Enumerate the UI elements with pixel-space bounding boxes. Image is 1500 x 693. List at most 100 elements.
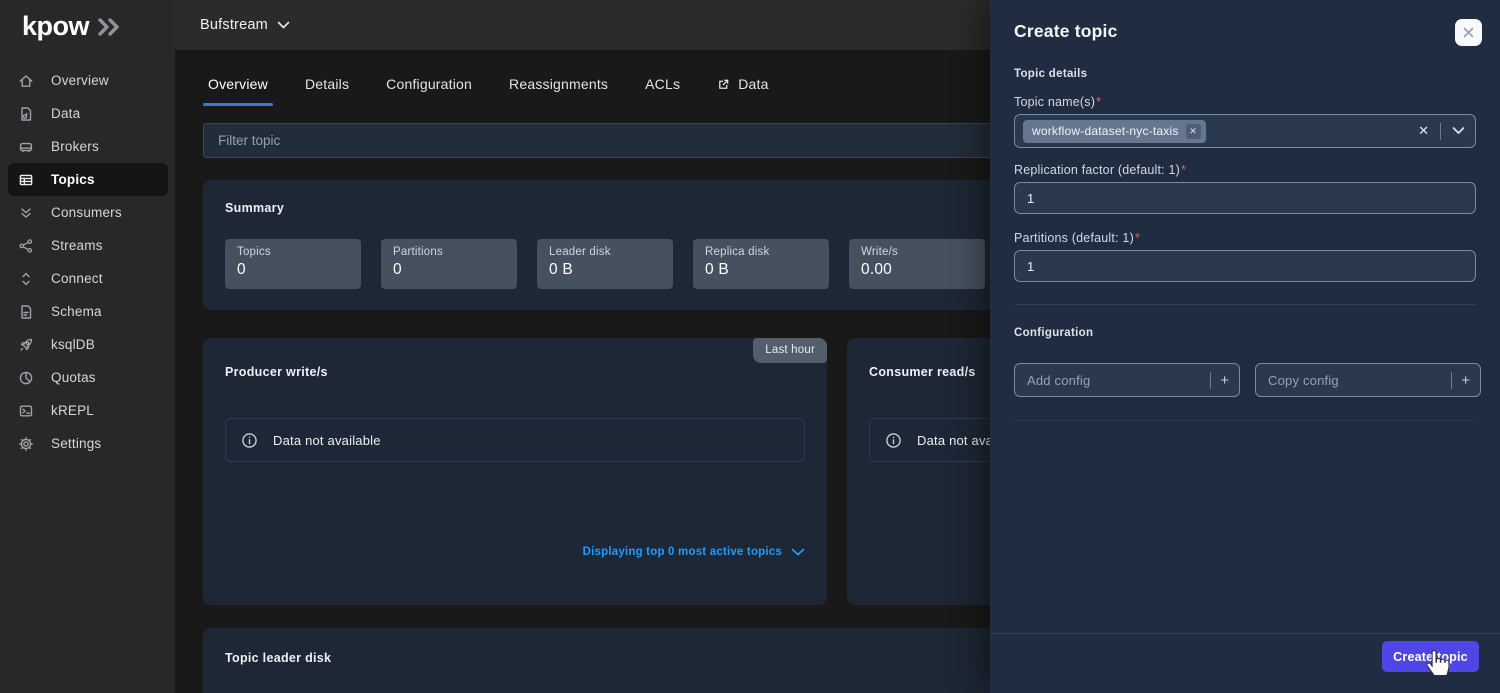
sidebar-item-label: Streams: [51, 238, 103, 253]
tab-acls[interactable]: ACLs: [645, 76, 680, 106]
ksqldb-icon: [18, 337, 34, 353]
select-placeholder: Add config: [1027, 373, 1090, 388]
sidebar-item-label: Consumers: [51, 205, 122, 220]
stat-value: 0.00: [861, 261, 973, 279]
stat-writes: Write/s 0.00: [849, 239, 985, 289]
chevron-down-icon[interactable]: [1452, 127, 1465, 135]
plus-icon[interactable]: +: [1461, 372, 1470, 389]
leader-disk-panel-title: Topic leader disk: [225, 651, 331, 665]
tab-label: Reassignments: [509, 76, 608, 92]
data-not-available-alert: Data not available: [225, 418, 805, 462]
top-active-topics-link[interactable]: Displaying top 0 most active topics: [583, 546, 805, 558]
partitions-input[interactable]: [1014, 250, 1476, 282]
replication-factor-label: Replication factor (default: 1)*: [1014, 163, 1186, 177]
sidebar-item-ksqldb[interactable]: ksqlDB: [8, 328, 168, 361]
sidebar-item-label: Brokers: [51, 139, 99, 154]
stat-label: Partitions: [393, 246, 505, 258]
close-icon: [1462, 26, 1475, 39]
sidebar-item-schema[interactable]: Schema: [8, 295, 168, 328]
kpow-logo-text: kpow: [22, 11, 89, 42]
sidebar-item-data[interactable]: Data: [8, 97, 168, 130]
sidebar-item-label: kREPL: [51, 403, 94, 418]
connect-icon: [18, 271, 34, 287]
stat-value: 0: [393, 261, 505, 279]
topic-name-chip: workflow-dataset-nyc-taxis ✕: [1023, 120, 1206, 143]
time-range-badge[interactable]: Last hour: [753, 338, 827, 363]
schema-icon: [18, 304, 34, 320]
tab-details[interactable]: Details: [305, 76, 349, 106]
stat-label: Leader disk: [549, 246, 661, 258]
plus-icon[interactable]: +: [1220, 372, 1229, 389]
sidebar-item-overview[interactable]: Overview: [8, 64, 168, 97]
sidebar-item-streams[interactable]: Streams: [8, 229, 168, 262]
quotas-icon: [18, 370, 34, 386]
producer-writes-panel: Last hour Producer write/s Data not avai…: [203, 338, 827, 605]
field-label-text: Topic name(s): [1014, 95, 1095, 109]
sidebar-item-label: Connect: [51, 271, 103, 286]
section-divider: [1014, 304, 1476, 305]
footer-divider: [990, 633, 1500, 634]
sidebar-item-topics[interactable]: Topics: [8, 163, 168, 196]
chevron-down-icon[interactable]: [277, 21, 290, 30]
tab-label: Details: [305, 76, 349, 92]
divider: [1451, 372, 1452, 389]
cluster-selector[interactable]: Bufstream: [200, 17, 268, 33]
tab-data[interactable]: Data: [717, 76, 768, 106]
kpow-logo: kpow: [22, 11, 122, 42]
app-window: kpow Overview Data Brokers Top: [0, 0, 1500, 693]
sidebar-item-label: Overview: [51, 73, 109, 88]
add-config-select[interactable]: Add config +: [1014, 363, 1240, 397]
close-button[interactable]: [1455, 19, 1482, 46]
sidebar-item-consumers[interactable]: Consumers: [8, 196, 168, 229]
tab-reassignments[interactable]: Reassignments: [509, 76, 608, 106]
summary-title: Summary: [225, 201, 284, 215]
streams-icon: [18, 238, 34, 254]
consumers-icon: [18, 205, 34, 221]
tab-overview[interactable]: Overview: [208, 76, 268, 106]
stat-label: Replica disk: [705, 246, 817, 258]
required-mark: *: [1135, 231, 1140, 245]
drawer-title: Create topic: [1014, 21, 1118, 42]
stat-topics: Topics 0: [225, 239, 361, 289]
sidebar-item-settings[interactable]: Settings: [8, 427, 168, 460]
sidebar-item-label: Settings: [51, 436, 101, 451]
krepl-icon: [18, 403, 34, 419]
stat-leader-disk: Leader disk 0 B: [537, 239, 673, 289]
sidebar-item-krepl[interactable]: kREPL: [8, 394, 168, 427]
clear-all-icon[interactable]: ✕: [1418, 123, 1429, 139]
stat-partitions: Partitions 0: [381, 239, 517, 289]
create-topic-drawer: Create topic Topic details Topic name(s)…: [990, 0, 1500, 693]
tab-label: Overview: [208, 76, 268, 92]
configuration-section-label: Configuration: [1014, 327, 1093, 339]
info-icon: [241, 432, 258, 449]
chip-remove-icon[interactable]: ✕: [1186, 124, 1201, 139]
divider: [1440, 123, 1441, 140]
tab-configuration[interactable]: Configuration: [386, 76, 472, 106]
stat-label: Write/s: [861, 246, 973, 258]
sidebar-item-brokers[interactable]: Brokers: [8, 130, 168, 163]
create-topic-button[interactable]: Create topic: [1382, 641, 1479, 672]
info-icon: [885, 432, 902, 449]
sidebar-item-quotas[interactable]: Quotas: [8, 361, 168, 394]
sidebar-item-connect[interactable]: Connect: [8, 262, 168, 295]
producer-panel-title: Producer write/s: [225, 365, 328, 379]
divider: [1210, 372, 1211, 389]
required-mark: *: [1096, 95, 1101, 109]
replication-factor-input[interactable]: [1014, 182, 1476, 214]
tab-label: ACLs: [645, 76, 680, 92]
stat-label: Topics: [237, 246, 349, 258]
partitions-label: Partitions (default: 1)*: [1014, 231, 1140, 245]
link-label: Displaying top 0 most active topics: [583, 546, 782, 558]
topic-name-label: Topic name(s)*: [1014, 95, 1101, 109]
field-label-text: Partitions (default: 1): [1014, 231, 1134, 245]
sidebar-item-label: Schema: [51, 304, 102, 319]
sidebar-item-label: Data: [51, 106, 80, 121]
sidebar-item-label: Quotas: [51, 370, 96, 385]
summary-stats: Topics 0 Partitions 0 Leader disk 0 B Re…: [225, 239, 985, 289]
copy-config-select[interactable]: Copy config +: [1255, 363, 1481, 397]
topics-icon: [18, 172, 34, 188]
topic-name-multiselect[interactable]: workflow-dataset-nyc-taxis ✕ ✕: [1014, 114, 1476, 148]
tab-label: Configuration: [386, 76, 472, 92]
kpow-logo-chevrons-icon: [96, 17, 122, 37]
select-placeholder: Copy config: [1268, 373, 1339, 388]
